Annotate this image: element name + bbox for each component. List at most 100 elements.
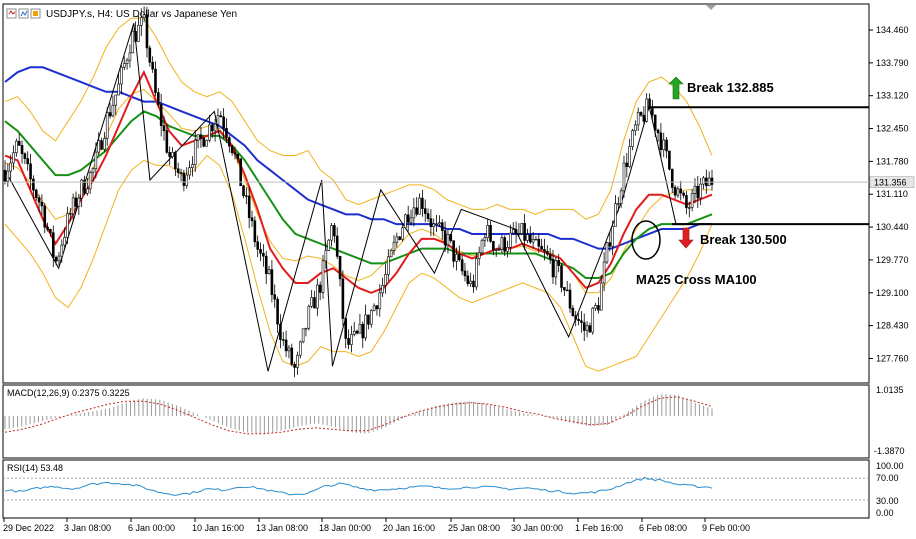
candle-body [307,305,311,329]
candle-body [580,320,583,323]
candle-body [548,253,552,260]
indicator-list-icon[interactable] [30,8,41,19]
svg-text:131.356: 131.356 [874,178,907,188]
candle-body [619,190,623,204]
rsi-panel-frame [2,459,870,519]
candle-body [653,114,657,131]
candle-body [157,92,160,105]
candle-body [105,112,109,139]
candle-body [267,269,271,275]
candle-body [34,189,38,198]
candle-body [330,225,333,241]
y-axis-labels: 134.460 133.790 133.120 132.450 131.780 131.1… [869,25,909,363]
candle-body [395,236,399,243]
candle-body [469,280,472,285]
candle-body [670,168,674,188]
candle-body [429,218,433,227]
candle-body [298,341,302,356]
candle-body [361,323,365,339]
candle-body [500,237,504,250]
candle-body [77,197,81,207]
candle-body [287,347,291,352]
candle-body [406,214,410,223]
candle-body [352,330,356,335]
candle-body [426,213,430,219]
candle-body [88,171,92,190]
candle-body [301,328,305,343]
candle-body [100,140,103,150]
candle-body [679,188,683,194]
candle-body [230,145,234,153]
candle-body [185,174,189,186]
candle-body [125,59,129,64]
candle-body [369,310,373,325]
candle-body [310,297,313,307]
candle-body [347,338,350,345]
candle-body [614,203,617,227]
candle-body [699,183,702,199]
candle-body [250,217,254,222]
candle-body [472,280,475,288]
candle-body [673,187,677,196]
candle-body [526,234,529,241]
candle-body [384,274,387,286]
candle-body [557,260,560,266]
candle-body [693,185,697,194]
x-tick-label: 3 Jan 08:00 [64,523,111,533]
candle-body [599,282,603,311]
candle-body [372,305,376,312]
candle-body [281,339,285,341]
candle-body [537,238,541,247]
rsi-tick-70: 70.00 [876,473,899,483]
candle-body [120,66,123,85]
x-tick-label: 10 Jan 16:00 [192,523,244,533]
chart-window: USDJPY.s, H4: US Dollar vs Japanese Yen … [2,3,915,533]
candle-body [199,134,203,139]
candle-body [540,245,543,250]
candle-body [54,256,58,262]
candle-body [159,104,163,126]
candle-body [256,241,260,250]
candle-body [247,195,251,219]
candle-body [702,177,705,185]
candle-body [80,179,83,199]
candle-body [66,213,69,238]
sell-icon[interactable] [6,8,17,19]
candle-body [94,151,98,170]
candle-body [142,14,146,19]
candle-body [494,249,498,251]
candle-body [128,52,132,61]
candle-body [12,152,15,164]
candle-body [162,125,166,132]
candle-body [631,130,634,147]
candle-body [602,261,606,284]
x-tick-label: 13 Jan 08:00 [256,523,308,533]
main-plot-frame [2,3,870,384]
y-tick-label: 130.440 [876,222,909,232]
buy-icon[interactable] [18,8,29,19]
candle-body [534,238,538,241]
candle-body [225,127,228,138]
macd-tick-bottom: -1.3870 [874,446,905,456]
current-price-tag: 131.356 [869,176,915,188]
candle-body [270,269,274,295]
candle-body [191,164,194,168]
y-tick-label: 132.450 [876,124,909,134]
candle-body [46,226,49,230]
candle-body [486,225,489,238]
candle-body [40,201,44,207]
candle-body [455,253,458,262]
y-tick-label: 134.460 [876,25,909,35]
candle-body [404,214,407,229]
y-tick-label: 129.100 [876,288,909,298]
candle-body [662,139,666,151]
candle-body [23,153,27,159]
candle-body [568,289,572,309]
candle-body [259,249,262,254]
candle-body [509,232,512,248]
candle-body [483,237,487,241]
candle-body [341,278,345,319]
candle-body [290,347,294,365]
cross-label: MA25 Cross MA100 [636,272,757,287]
candle-body [520,223,524,234]
